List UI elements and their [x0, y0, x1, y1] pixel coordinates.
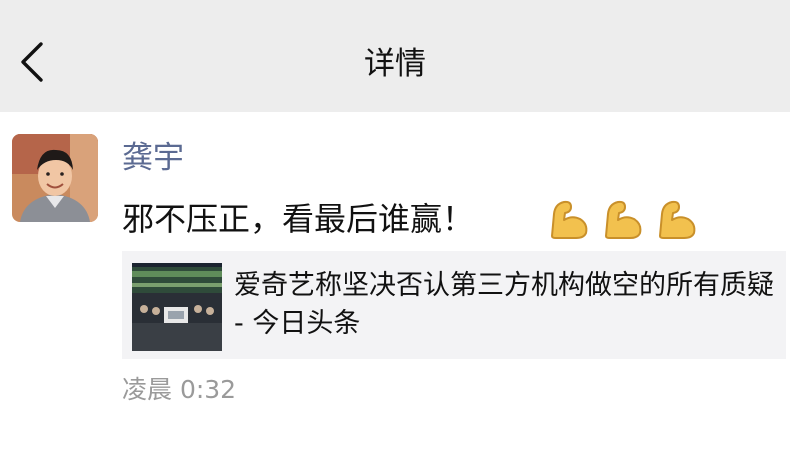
- avatar[interactable]: [12, 134, 98, 222]
- link-thumbnail: [132, 263, 222, 351]
- shared-link-card[interactable]: 爱奇艺称坚决否认第三方机构做空的所有质疑 - 今日头条: [122, 251, 786, 359]
- navigation-bar: 详情: [0, 0, 790, 112]
- flexed-biceps-icon: [546, 196, 594, 244]
- author-name[interactable]: 龚宇: [122, 136, 184, 180]
- post-timestamp: 凌晨 0:32: [122, 375, 237, 404]
- page-title: 详情: [364, 46, 426, 82]
- emoji-group: [546, 196, 702, 244]
- post-text: 邪不压正，看最后谁赢！: [122, 200, 475, 238]
- moments-detail-screen: 详情 龚宇 邪不压正，看最后谁赢！ 爱奇艺称坚决否认第三方机构做空的所有质疑 -…: [0, 0, 790, 454]
- link-title: 爱奇艺称坚决否认第三方机构做空的所有质疑 - 今日头条: [234, 270, 774, 339]
- flexed-biceps-icon: [600, 196, 648, 244]
- flexed-biceps-icon: [654, 196, 702, 244]
